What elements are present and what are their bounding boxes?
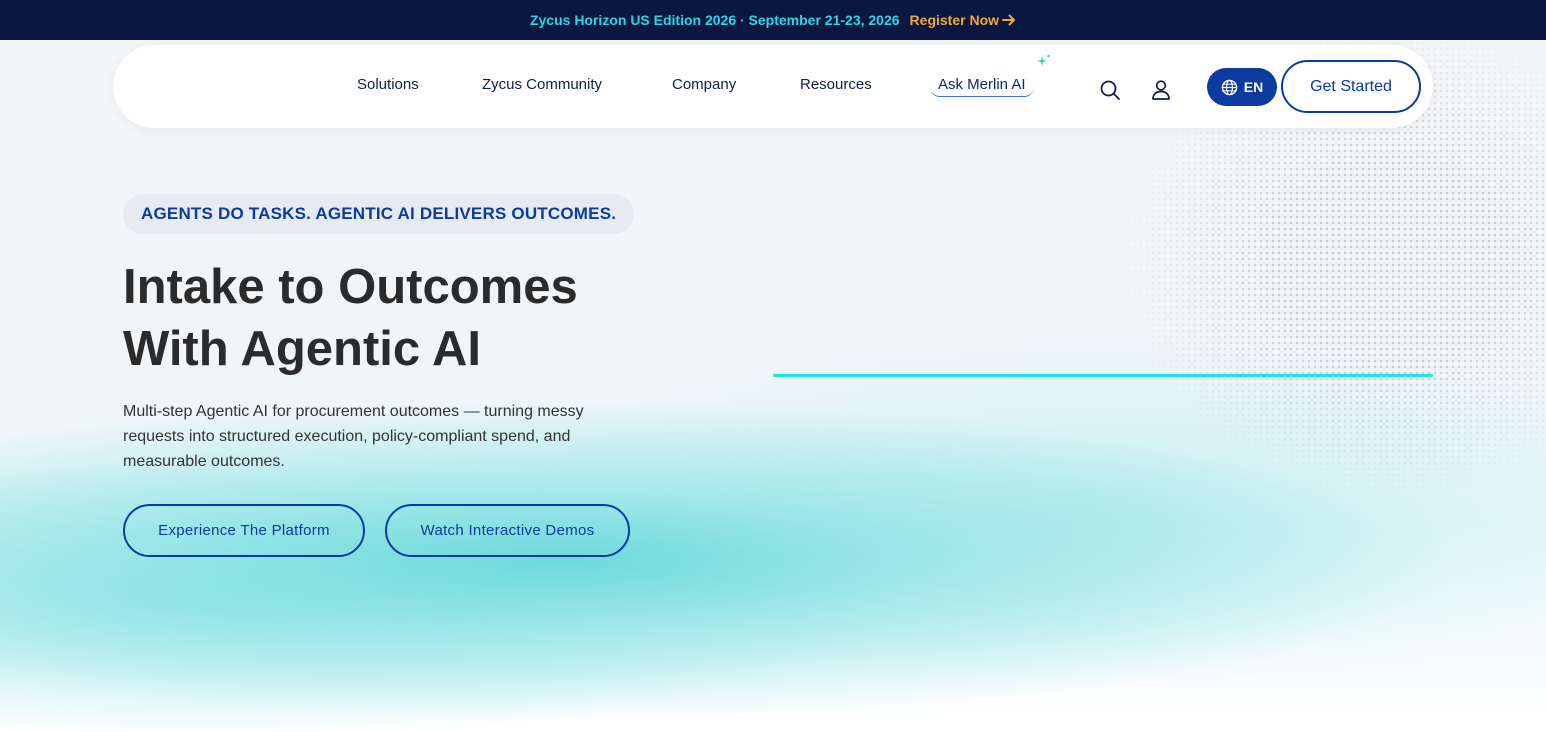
experience-platform-button[interactable]: Experience The Platform bbox=[123, 504, 365, 557]
event-text: Zycus Horizon US Edition 2026 · Septembe… bbox=[529, 12, 900, 28]
nav-item-resources[interactable]: Resources bbox=[800, 76, 872, 93]
nav-item-solutions[interactable]: Solutions bbox=[357, 76, 419, 93]
globe-icon bbox=[1221, 79, 1238, 95]
hero-headline-line-1: Intake to Outcomes bbox=[123, 260, 578, 314]
register-now-label: Register Now bbox=[909, 12, 1000, 28]
hero-description: Multi-step Agentic AI for procurement ou… bbox=[123, 403, 584, 470]
arrow-right-icon bbox=[1002, 14, 1016, 26]
announcement-bar: Zycus Horizon US Edition 2026 · Septembe… bbox=[0, 0, 1546, 40]
get-started-button[interactable]: Get Started bbox=[1281, 60, 1421, 113]
hero-headline: Intake to Outcomes With Agentic AI bbox=[123, 256, 743, 380]
hero-eyebrow-badge: AGENTS DO TASKS. AGENTIC AI DELIVERS OUT… bbox=[123, 194, 635, 234]
hero-headline-line-2: With Agentic AI bbox=[123, 322, 481, 376]
language-label: EN bbox=[1243, 79, 1264, 95]
user-icon[interactable] bbox=[1151, 79, 1171, 101]
nav-item-company[interactable]: Company bbox=[672, 76, 736, 93]
search-icon[interactable] bbox=[1099, 79, 1121, 101]
nav-item-zycus-community[interactable]: Zycus Community bbox=[482, 76, 602, 93]
sparkle-icon bbox=[1037, 54, 1050, 66]
ask-merlin-link[interactable]: Ask Merlin AI bbox=[930, 76, 1034, 97]
register-now-link[interactable]: Register Now bbox=[910, 12, 1016, 28]
accent-line bbox=[773, 374, 1433, 377]
watch-demos-button[interactable]: Watch Interactive Demos bbox=[385, 504, 630, 557]
language-selector[interactable]: EN bbox=[1207, 68, 1277, 106]
